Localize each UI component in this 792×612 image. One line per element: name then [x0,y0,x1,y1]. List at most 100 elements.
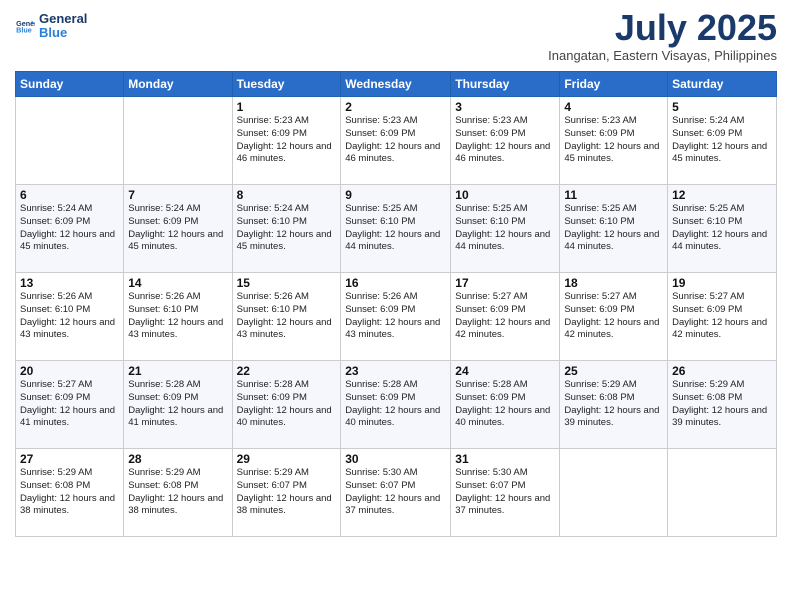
day-info: Sunrise: 5:25 AM Sunset: 6:10 PM Dayligh… [564,203,663,254]
day-info: Sunrise: 5:25 AM Sunset: 6:10 PM Dayligh… [345,203,446,254]
day-info: Sunrise: 5:24 AM Sunset: 6:10 PM Dayligh… [237,203,337,254]
day-info: Sunrise: 5:29 AM Sunset: 6:08 PM Dayligh… [672,379,772,430]
col-header-tuesday: Tuesday [232,72,341,97]
calendar-cell: 20Sunrise: 5:27 AM Sunset: 6:09 PM Dayli… [16,361,124,449]
calendar-cell [560,449,668,537]
calendar-week-row: 20Sunrise: 5:27 AM Sunset: 6:09 PM Dayli… [16,361,777,449]
day-number: 24 [455,364,555,378]
calendar-cell: 29Sunrise: 5:29 AM Sunset: 6:07 PM Dayli… [232,449,341,537]
day-info: Sunrise: 5:23 AM Sunset: 6:09 PM Dayligh… [237,115,337,166]
day-number: 16 [345,276,446,290]
day-number: 5 [672,100,772,114]
day-number: 26 [672,364,772,378]
calendar-cell: 6Sunrise: 5:24 AM Sunset: 6:09 PM Daylig… [16,185,124,273]
col-header-sunday: Sunday [16,72,124,97]
calendar-cell [124,97,232,185]
calendar-cell: 12Sunrise: 5:25 AM Sunset: 6:10 PM Dayli… [668,185,777,273]
calendar-cell: 27Sunrise: 5:29 AM Sunset: 6:08 PM Dayli… [16,449,124,537]
day-number: 2 [345,100,446,114]
calendar-cell: 28Sunrise: 5:29 AM Sunset: 6:08 PM Dayli… [124,449,232,537]
calendar-cell: 11Sunrise: 5:25 AM Sunset: 6:10 PM Dayli… [560,185,668,273]
calendar-cell: 15Sunrise: 5:26 AM Sunset: 6:10 PM Dayli… [232,273,341,361]
day-info: Sunrise: 5:25 AM Sunset: 6:10 PM Dayligh… [672,203,772,254]
calendar-cell: 7Sunrise: 5:24 AM Sunset: 6:09 PM Daylig… [124,185,232,273]
day-number: 25 [564,364,663,378]
day-number: 23 [345,364,446,378]
day-info: Sunrise: 5:29 AM Sunset: 6:07 PM Dayligh… [237,467,337,518]
calendar-cell: 14Sunrise: 5:26 AM Sunset: 6:10 PM Dayli… [124,273,232,361]
calendar-cell: 16Sunrise: 5:26 AM Sunset: 6:09 PM Dayli… [341,273,451,361]
page: General Blue General Blue July 2025 Inan… [0,0,792,612]
day-info: Sunrise: 5:23 AM Sunset: 6:09 PM Dayligh… [345,115,446,166]
day-info: Sunrise: 5:28 AM Sunset: 6:09 PM Dayligh… [128,379,227,430]
calendar-cell: 30Sunrise: 5:30 AM Sunset: 6:07 PM Dayli… [341,449,451,537]
calendar-week-row: 27 Sunrise: 5:29 AM Sunset: 6:08 PM Dayli… [16,449,777,537]
calendar-cell: 17Sunrise: 5:27 AM Sunset: 6:09 PM Dayli… [451,273,560,361]
calendar-cell: 21Sunrise: 5:28 AM Sunset: 6:09 PM Dayli… [124,361,232,449]
title-block: July 2025 Inangatan, Eastern Visayas, Ph… [548,10,777,63]
calendar-cell: 23Sunrise: 5:28 AM Sunset: 6:09 PM Dayli… [341,361,451,449]
day-number: 11 [564,188,663,202]
day-number: 13 [20,276,119,290]
day-info: Sunrise: 5:29 AM Sunset: 6:08 PM Dayligh… [128,467,227,518]
day-info: Sunrise: 5:23 AM Sunset: 6:09 PM Dayligh… [455,115,555,166]
calendar-cell: 13Sunrise: 5:26 AM Sunset: 6:10 PM Dayli… [16,273,124,361]
day-info: Sunrise: 5:30 AM Sunset: 6:07 PM Dayligh… [455,467,555,518]
day-number: 4 [564,100,663,114]
day-info: Sunrise: 5:26 AM Sunset: 6:10 PM Dayligh… [128,291,227,342]
month-title: July 2025 [548,10,777,46]
day-number: 31 [455,452,555,466]
day-info: Sunrise: 5:26 AM Sunset: 6:09 PM Dayligh… [345,291,446,342]
day-number: 8 [237,188,337,202]
calendar-cell: 5Sunrise: 5:24 AM Sunset: 6:09 PM Daylig… [668,97,777,185]
col-header-saturday: Saturday [668,72,777,97]
day-number: 19 [672,276,772,290]
day-number: 10 [455,188,555,202]
day-number: 14 [128,276,227,290]
day-info: Sunrise: 5:27 AM Sunset: 6:09 PM Dayligh… [564,291,663,342]
calendar-table: SundayMondayTuesdayWednesdayThursdayFrid… [15,71,777,537]
calendar-cell: 31Sunrise: 5:30 AM Sunset: 6:07 PM Dayli… [451,449,560,537]
calendar-cell: 18Sunrise: 5:27 AM Sunset: 6:09 PM Dayli… [560,273,668,361]
day-info: Sunrise: 5:24 AM Sunset: 6:09 PM Dayligh… [672,115,772,166]
logo-general: General [39,12,87,26]
day-info: Sunrise: 5:27 AM Sunset: 6:09 PM Dayligh… [20,379,119,430]
calendar-cell: 24Sunrise: 5:28 AM Sunset: 6:09 PM Dayli… [451,361,560,449]
day-number: 7 [128,188,227,202]
location-subtitle: Inangatan, Eastern Visayas, Philippines [548,48,777,63]
day-number: 22 [237,364,337,378]
logo: General Blue General Blue [15,10,87,42]
calendar-cell: 4Sunrise: 5:23 AM Sunset: 6:09 PM Daylig… [560,97,668,185]
col-header-thursday: Thursday [451,72,560,97]
day-number: 15 [237,276,337,290]
day-number: 9 [345,188,446,202]
day-info: Sunrise: 5:29 AM Sunset: 6:08 PM Dayligh… [564,379,663,430]
col-header-wednesday: Wednesday [341,72,451,97]
day-number: 20 [20,364,119,378]
day-info: Sunrise: 5:28 AM Sunset: 6:09 PM Dayligh… [455,379,555,430]
day-number: 27 [20,452,119,466]
day-number: 6 [20,188,119,202]
day-info: Sunrise: 5:24 AM Sunset: 6:09 PM Dayligh… [20,203,119,254]
day-info: Sunrise: 5:30 AM Sunset: 6:07 PM Dayligh… [345,467,446,518]
day-info: Sunrise: 5:26 AM Sunset: 6:10 PM Dayligh… [20,291,119,342]
day-info: Sunrise: 5:24 AM Sunset: 6:09 PM Dayligh… [128,203,227,254]
logo-icon: General Blue [15,10,35,42]
calendar-cell: 8Sunrise: 5:24 AM Sunset: 6:10 PM Daylig… [232,185,341,273]
calendar-week-row: 6Sunrise: 5:24 AM Sunset: 6:09 PM Daylig… [16,185,777,273]
day-number: 17 [455,276,555,290]
day-number: 12 [672,188,772,202]
calendar-cell: 1Sunrise: 5:23 AM Sunset: 6:09 PM Daylig… [232,97,341,185]
calendar-cell: 26Sunrise: 5:29 AM Sunset: 6:08 PM Dayli… [668,361,777,449]
calendar-cell: 10Sunrise: 5:25 AM Sunset: 6:10 PM Dayli… [451,185,560,273]
calendar-cell [16,97,124,185]
calendar-week-row: 1Sunrise: 5:23 AM Sunset: 6:09 PM Daylig… [16,97,777,185]
day-number: 29 [237,452,337,466]
calendar-cell: 19Sunrise: 5:27 AM Sunset: 6:09 PM Dayli… [668,273,777,361]
calendar-cell [668,449,777,537]
col-header-monday: Monday [124,72,232,97]
calendar-week-row: 13Sunrise: 5:26 AM Sunset: 6:10 PM Dayli… [16,273,777,361]
day-number: 21 [128,364,227,378]
calendar-cell: 9Sunrise: 5:25 AM Sunset: 6:10 PM Daylig… [341,185,451,273]
calendar-cell: 22Sunrise: 5:28 AM Sunset: 6:09 PM Dayli… [232,361,341,449]
